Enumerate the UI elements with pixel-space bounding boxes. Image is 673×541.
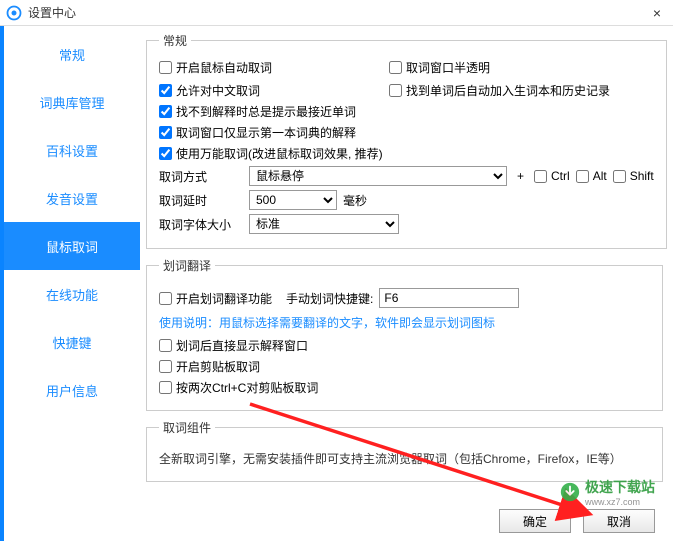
group-component-title: 取词组件 — [159, 419, 215, 436]
cancel-button[interactable]: 取消 — [583, 509, 655, 533]
group-general: 常规 开启鼠标自动取词 取词窗口半透明 允许对中文取词 找到单词后自动加入生词本… — [146, 32, 667, 249]
watermark-url: www.xz7.com — [585, 497, 655, 507]
group-general-title: 常规 — [159, 32, 191, 49]
sidebar-item-general[interactable]: 常规 — [4, 30, 140, 78]
check-enable-translate[interactable]: 开启划词翻译功能 — [159, 290, 272, 307]
app-icon — [6, 5, 22, 21]
check-clipboard[interactable]: 开启剪贴板取词 — [159, 358, 260, 375]
check-show-window[interactable]: 划词后直接显示解释窗口 — [159, 337, 308, 354]
check-ctrl[interactable]: Ctrl — [534, 169, 570, 183]
check-shift[interactable]: Shift — [613, 169, 654, 183]
window-title: 设置中心 — [28, 4, 647, 21]
sidebar-item-wiki[interactable]: 百科设置 — [4, 126, 140, 174]
sidebar-item-mouse-capture[interactable]: 鼠标取词 — [4, 222, 140, 270]
group-translate-title: 划词翻译 — [159, 257, 215, 274]
delay-select[interactable]: 500 — [249, 190, 337, 210]
method-select[interactable]: 鼠标悬停 — [249, 166, 507, 186]
main-panel: 常规 开启鼠标自动取词 取词窗口半透明 允许对中文取词 找到单词后自动加入生词本… — [140, 26, 673, 541]
sidebar-item-hotkey[interactable]: 快捷键 — [4, 318, 140, 366]
sidebar-item-user[interactable]: 用户信息 — [4, 366, 140, 414]
check-universal[interactable]: 使用万能取词(改进鼠标取词效果, 推荐) — [159, 145, 383, 162]
group-translate: 划词翻译 开启划词翻译功能 手动划词快捷键: 使用说明：用鼠标选择需要翻译的文字… — [146, 257, 663, 411]
footer-buttons: 确定 取消 — [499, 509, 655, 533]
plus-label: + — [517, 169, 524, 183]
check-translucent[interactable]: 取词窗口半透明 — [389, 59, 490, 76]
translate-help: 使用说明：用鼠标选择需要翻译的文字，软件即会显示划词图标 — [159, 314, 650, 331]
watermark-icon — [559, 481, 581, 503]
check-first-dict[interactable]: 取词窗口仅显示第一本词典的解释 — [159, 124, 356, 141]
close-icon[interactable]: × — [647, 5, 667, 21]
check-enable-mouse[interactable]: 开启鼠标自动取词 — [159, 59, 389, 76]
sidebar-item-sound[interactable]: 发音设置 — [4, 174, 140, 222]
check-suggest-nearest[interactable]: 找不到解释时总是提示最接近单词 — [159, 103, 356, 120]
font-select[interactable]: 标准 — [249, 214, 399, 234]
check-alt[interactable]: Alt — [576, 169, 607, 183]
group-component: 取词组件 全新取词引擎，无需安装插件即可支持主流浏览器取词（包括Chrome，F… — [146, 419, 663, 482]
check-allow-chinese[interactable]: 允许对中文取词 — [159, 82, 389, 99]
hotkey-input[interactable] — [379, 288, 519, 308]
delay-unit: 毫秒 — [343, 192, 367, 209]
ok-button[interactable]: 确定 — [499, 509, 571, 533]
sidebar-item-online[interactable]: 在线功能 — [4, 270, 140, 318]
check-auto-wordbook[interactable]: 找到单词后自动加入生词本和历史记录 — [389, 82, 610, 99]
hotkey-label: 手动划词快捷键: — [286, 290, 373, 307]
sidebar-item-dicts[interactable]: 词典库管理 — [4, 78, 140, 126]
content: 常规 词典库管理 百科设置 发音设置 鼠标取词 在线功能 快捷键 用户信息 常规… — [0, 26, 673, 541]
titlebar: 设置中心 × — [0, 0, 673, 26]
delay-label: 取词延时 — [159, 192, 243, 209]
component-text: 全新取词引擎，无需安装插件即可支持主流浏览器取词（包括Chrome，Firefo… — [159, 450, 650, 467]
font-label: 取词字体大小 — [159, 216, 243, 233]
sidebar: 常规 词典库管理 百科设置 发音设置 鼠标取词 在线功能 快捷键 用户信息 — [0, 26, 140, 541]
check-double-ctrlc[interactable]: 按两次Ctrl+C对剪贴板取词 — [159, 379, 318, 396]
method-label: 取词方式 — [159, 168, 243, 185]
